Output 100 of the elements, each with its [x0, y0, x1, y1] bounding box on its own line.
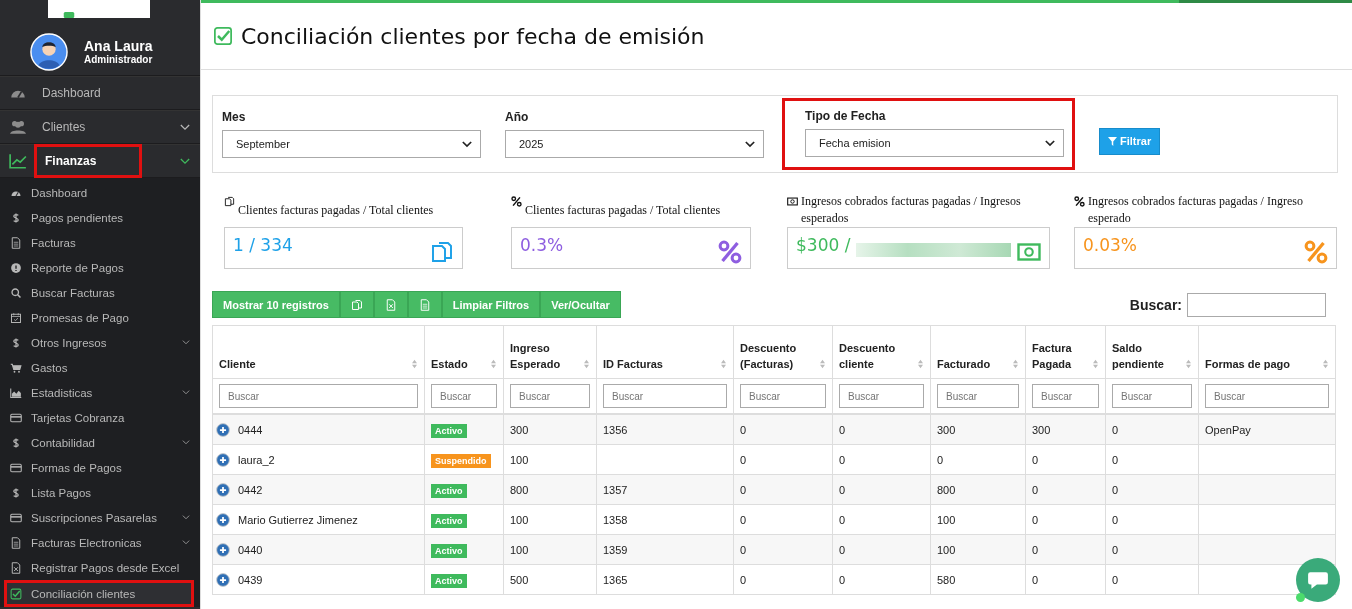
column-header[interactable]: Ingreso Esperado: [503, 325, 597, 379]
stat-value: $300 /: [796, 235, 851, 255]
submenu-item[interactable]: Pagos pendientes: [0, 205, 200, 230]
dollar-icon: [10, 336, 22, 349]
sort-icon: [917, 359, 924, 369]
chat-button[interactable]: [1296, 558, 1340, 602]
checkbox-icon: [10, 587, 22, 600]
column-header[interactable]: Cliente: [212, 325, 425, 379]
area-chart-icon: [10, 386, 22, 399]
status-badge: Suspendido: [431, 453, 491, 468]
expand-row-icon[interactable]: [216, 542, 230, 557]
chevron-icon: [182, 340, 190, 345]
toolbar-button[interactable]: [339, 291, 374, 318]
submenu-item-label: Gastos: [31, 361, 68, 374]
submenu-item[interactable]: Buscar Facturas: [0, 280, 200, 305]
submenu-item[interactable]: Suscripciones Pasarelas: [0, 505, 200, 530]
submenu-item[interactable]: Promesas de Pago: [0, 305, 200, 330]
table-cell: 300: [510, 423, 529, 436]
sort-icon: [583, 359, 590, 369]
column-header[interactable]: Estado: [424, 325, 504, 379]
select-field[interactable]: 2025: [505, 130, 764, 158]
table-cell: laura_2: [238, 453, 275, 466]
column-header[interactable]: Formas de pago: [1198, 325, 1336, 379]
submenu-item[interactable]: Lista Pagos: [0, 480, 200, 505]
sidebar-item-label: Finanzas: [34, 144, 142, 178]
column-filter-field[interactable]: Buscar: [839, 384, 924, 408]
submenu-item[interactable]: Gastos: [0, 355, 200, 380]
column-header[interactable]: Facturado: [930, 325, 1026, 379]
column-filter-field[interactable]: Buscar: [1205, 384, 1329, 408]
table-cell: 1359: [603, 543, 628, 556]
sidebar-item[interactable]: Clientes: [0, 110, 200, 144]
sidebar-item-label: Clientes: [41, 119, 87, 136]
expand-row-icon[interactable]: [216, 422, 230, 437]
search-field[interactable]: [1187, 292, 1326, 317]
spreadsheet-icon: [10, 561, 22, 574]
search-icon: [10, 286, 22, 299]
select-field[interactable]: Fecha emision: [805, 129, 1064, 157]
expand-row-icon[interactable]: [216, 572, 230, 587]
submenu-item-label: Buscar Facturas: [31, 286, 115, 299]
submenu-item-label: Registrar Pagos desde Excel: [31, 561, 180, 574]
submenu-item[interactable]: Estadisticas: [0, 380, 200, 405]
credit-card-icon: [10, 461, 22, 474]
table-cell: 100: [937, 513, 956, 526]
submenu-item[interactable]: Tarjetas Cobranza: [0, 405, 200, 430]
field-label: Tipo de Fecha: [805, 109, 887, 123]
users-icon: [8, 118, 28, 136]
percent-icon: [511, 196, 522, 207]
column-header[interactable]: Descuento (Facturas): [733, 325, 833, 379]
column-header[interactable]: Factura Pagada: [1025, 325, 1106, 379]
submenu-item[interactable]: Contabilidad: [0, 430, 200, 455]
dollar-icon: [10, 211, 22, 224]
table-cell: 0: [740, 573, 747, 586]
submenu-item-label: Tarjetas Cobranza: [31, 411, 125, 424]
table-cell: 0: [740, 423, 747, 436]
chat-bubble-icon: [1307, 570, 1329, 590]
select-field[interactable]: September: [222, 130, 481, 158]
checkbox-icon: [213, 26, 233, 46]
status-badge: Activo: [431, 423, 467, 438]
column-filter-field[interactable]: Buscar: [219, 384, 418, 408]
expand-row-icon[interactable]: [216, 482, 230, 497]
dollar-icon: [10, 486, 22, 499]
submenu-item[interactable]: Facturas Electronicas: [0, 530, 200, 555]
sidebar-item[interactable]: Dashboard: [0, 76, 200, 110]
sort-icon: [1012, 359, 1019, 369]
table-cell: 0444: [238, 423, 263, 436]
column-header[interactable]: Saldo pendiente: [1105, 325, 1199, 379]
submenu-item[interactable]: Conciliación clientes: [4, 580, 194, 607]
submenu-item-label: Facturas: [31, 236, 76, 249]
cart-icon: [10, 361, 22, 374]
column-filter-field[interactable]: Buscar: [1112, 384, 1192, 408]
expand-row-icon[interactable]: [216, 452, 230, 467]
submenu-item[interactable]: Formas de Pagos: [0, 455, 200, 480]
submenu-item[interactable]: Otros Ingresos: [0, 330, 200, 355]
column-filter-field[interactable]: Buscar: [510, 384, 590, 408]
calendar-icon: [10, 311, 22, 324]
column-filter-field[interactable]: Buscar: [1032, 384, 1099, 408]
chevron-icon: [182, 540, 190, 545]
submenu-item[interactable]: Registrar Pagos desde Excel: [0, 555, 200, 580]
table-cell: 0: [1112, 513, 1119, 526]
column-filter-field[interactable]: Buscar: [431, 384, 497, 408]
submenu-item[interactable]: Facturas: [0, 230, 200, 255]
table-cell: 0: [839, 483, 846, 496]
table-cell: 580: [937, 573, 956, 586]
expand-row-icon[interactable]: [216, 512, 230, 527]
table-cell: 0: [740, 543, 747, 556]
table-cell: 800: [937, 483, 956, 496]
column-header[interactable]: Descuento cliente: [832, 325, 931, 379]
status-badge: Activo: [431, 543, 467, 558]
column-filter-field[interactable]: Buscar: [937, 384, 1019, 408]
table-cell: 500: [510, 573, 529, 586]
column-header[interactable]: ID Facturas: [596, 325, 734, 379]
submenu-item[interactable]: Reporte de Pagos: [0, 255, 200, 280]
submenu-item[interactable]: Dashboard: [0, 180, 200, 205]
table-cell: 1358: [603, 513, 628, 526]
banknote-icon: [1017, 240, 1041, 264]
column-filter-field[interactable]: Buscar: [603, 384, 727, 408]
online-dot: [1296, 593, 1305, 602]
column-filter-field[interactable]: Buscar: [740, 384, 826, 408]
chevron-icon: [182, 440, 190, 445]
table-cell: 1357: [603, 483, 628, 496]
